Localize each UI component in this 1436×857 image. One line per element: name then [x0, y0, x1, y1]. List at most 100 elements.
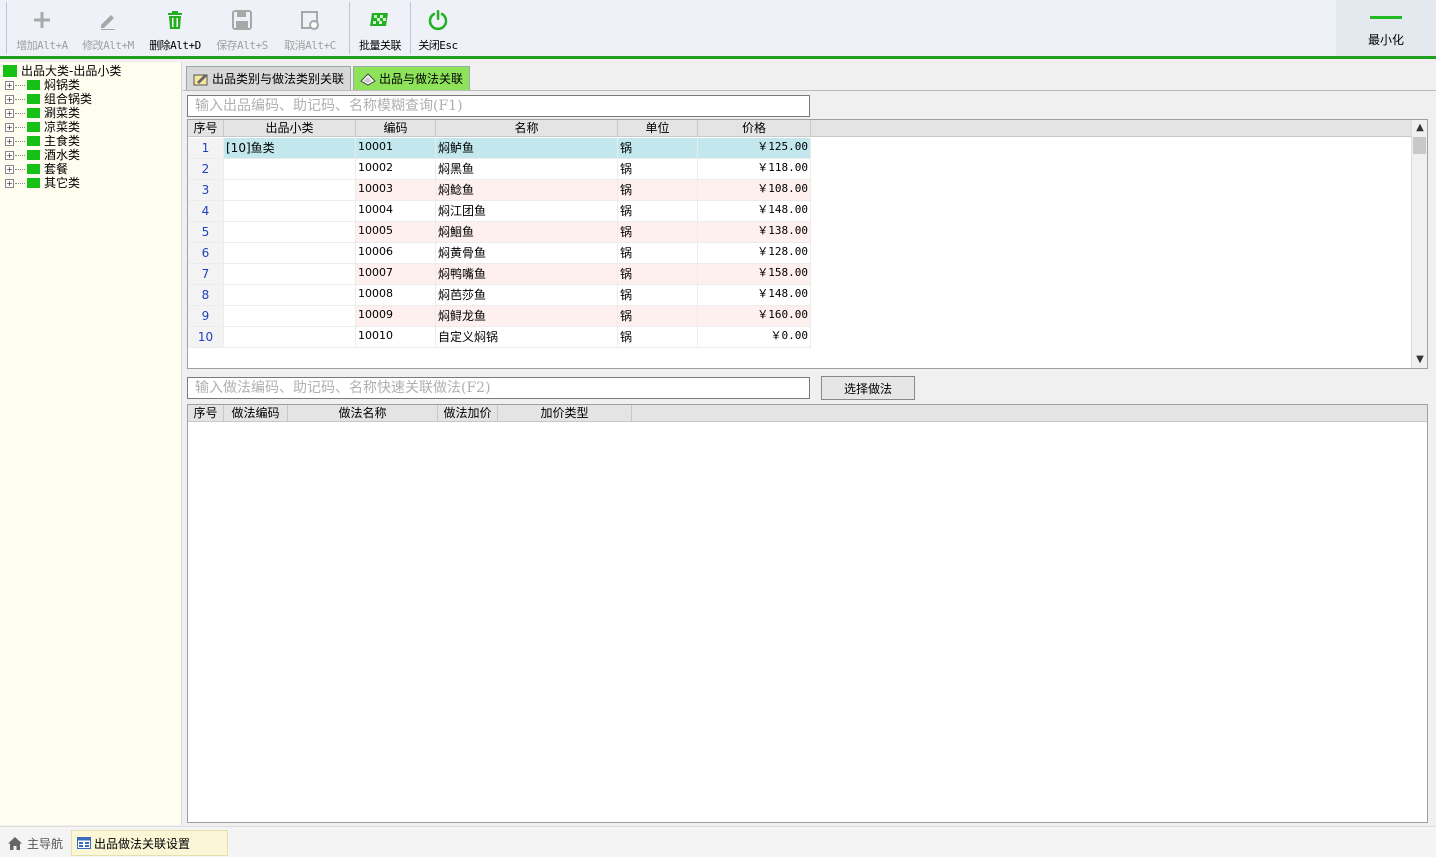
- tree-item[interactable]: + 主食类: [5, 134, 80, 148]
- column-header[interactable]: 序号: [188, 405, 224, 422]
- expand-icon[interactable]: +: [5, 136, 14, 146]
- row-subcategory: [224, 201, 356, 222]
- row-subcategory: [224, 264, 356, 285]
- power-icon: [426, 8, 450, 32]
- row-code: 10002: [356, 159, 436, 180]
- row-name: 焖鮰鱼: [436, 222, 618, 243]
- column-header[interactable]: 做法加价: [438, 405, 498, 422]
- cancel-label: 取消Alt+C: [284, 39, 336, 52]
- tree-connector: [15, 112, 25, 114]
- row-seq: 10: [188, 327, 224, 348]
- column-header[interactable]: 编码: [356, 120, 436, 137]
- save-button[interactable]: 保存Alt+S: [212, 0, 272, 56]
- tree-item[interactable]: + 凉菜类: [5, 120, 80, 134]
- tree-item-label: 套餐: [44, 162, 69, 176]
- column-header[interactable]: 单位: [618, 120, 698, 137]
- current-page-tab[interactable]: 出品做法关联设置: [71, 830, 228, 856]
- cancel-button[interactable]: 取消Alt+C: [280, 0, 340, 56]
- scroll-up-icon[interactable]: ▲: [1412, 120, 1427, 136]
- tree-item[interactable]: + 酒水类: [5, 148, 80, 162]
- tab-product-method-link[interactable]: 出品与做法关联: [353, 66, 471, 90]
- row-name: 焖鸭嘴鱼: [436, 264, 618, 285]
- table-row[interactable]: 3 10003 焖鲶鱼 锅 ￥108.00: [188, 180, 811, 201]
- row-code: 10010: [356, 327, 436, 348]
- toolbar-separator: [6, 2, 7, 54]
- table-row[interactable]: 9 10009 焖鲟龙鱼 锅 ￥160.00: [188, 306, 811, 327]
- current-page-label: 出品做法关联设置: [94, 836, 191, 851]
- expand-icon[interactable]: +: [5, 122, 14, 132]
- methods-grid: 序号 做法编码 做法名称 做法加价 加价类型: [187, 404, 1428, 823]
- row-name: 焖黄骨鱼: [436, 243, 618, 264]
- tree-item[interactable]: + 其它类: [5, 176, 80, 190]
- expand-icon[interactable]: +: [5, 164, 14, 174]
- delete-button[interactable]: 删除Alt+D: [145, 0, 205, 56]
- main-nav-tab[interactable]: 主导航: [2, 830, 68, 856]
- home-icon: [8, 836, 22, 850]
- expand-icon[interactable]: +: [5, 80, 14, 90]
- row-unit: 锅: [618, 201, 698, 222]
- row-subcategory: [224, 285, 356, 306]
- scroll-thumb[interactable]: [1413, 137, 1426, 154]
- tree-item[interactable]: + 组合锅类: [5, 92, 92, 106]
- tree-item[interactable]: + 套餐: [5, 162, 68, 176]
- column-header[interactable]: 加价类型: [498, 405, 632, 422]
- row-price: ￥138.00: [698, 222, 811, 243]
- grid-header: 序号 做法编码 做法名称 做法加价 加价类型: [188, 405, 632, 422]
- eraser-icon: [360, 72, 376, 86]
- table-row[interactable]: 4 10004 焖江团鱼 锅 ￥148.00: [188, 201, 811, 222]
- column-header[interactable]: 出品小类: [224, 120, 356, 137]
- row-name: 焖鲟龙鱼: [436, 306, 618, 327]
- product-search-input[interactable]: 输入出品编码、助记码、名称模糊查询(F1): [187, 95, 810, 117]
- table-row[interactable]: 1 [10]鱼类 10001 焖鲈鱼 锅 ￥125.00: [188, 138, 811, 159]
- tree-connector: [15, 182, 25, 184]
- expand-icon[interactable]: +: [5, 150, 14, 160]
- column-header[interactable]: 序号: [188, 120, 224, 137]
- table-row[interactable]: 8 10008 焖芭莎鱼 锅 ￥148.00: [188, 285, 811, 306]
- expand-icon[interactable]: +: [5, 178, 14, 188]
- scroll-down-icon[interactable]: ▼: [1412, 352, 1427, 368]
- tree-root-label: 出品大类-出品小类: [21, 64, 122, 78]
- tab-category-method-link[interactable]: 出品类别与做法类别关联: [186, 66, 352, 90]
- minimize-button[interactable]: 最小化: [1336, 0, 1436, 56]
- vertical-scrollbar[interactable]: ▲ ▼: [1411, 120, 1427, 368]
- tree-item-label: 涮菜类: [44, 106, 81, 120]
- row-price: ￥118.00: [698, 159, 811, 180]
- expand-icon[interactable]: +: [5, 108, 14, 118]
- folder-icon: [27, 150, 40, 160]
- row-seq: 4: [188, 201, 224, 222]
- edit-icon: [193, 73, 208, 85]
- column-header[interactable]: 做法名称: [288, 405, 438, 422]
- row-price: ￥125.00: [698, 138, 811, 159]
- column-header[interactable]: 价格: [698, 120, 811, 137]
- tree-item[interactable]: + 涮菜类: [5, 106, 80, 120]
- row-subcategory: [224, 159, 356, 180]
- column-header[interactable]: 做法编码: [224, 405, 288, 422]
- edit-button[interactable]: 修改Alt+M: [78, 0, 138, 56]
- table-row[interactable]: 2 10002 焖黑鱼 锅 ￥118.00: [188, 159, 811, 180]
- batch-link-button[interactable]: 批量关联: [352, 0, 408, 56]
- row-name: 焖芭莎鱼: [436, 285, 618, 306]
- table-row[interactable]: 5 10005 焖鮰鱼 锅 ￥138.00: [188, 222, 811, 243]
- main-nav-label: 主导航: [27, 836, 64, 851]
- add-button[interactable]: 增加Alt+A: [12, 0, 72, 56]
- tree-item[interactable]: + 焖锅类: [5, 78, 80, 92]
- row-seq: 2: [188, 159, 224, 180]
- table-row[interactable]: 7 10007 焖鸭嘴鱼 锅 ￥158.00: [188, 264, 811, 285]
- table-row[interactable]: 10 10010 自定义焖锅 锅 ￥0.00: [188, 327, 811, 348]
- close-button[interactable]: 关闭Esc: [414, 0, 462, 56]
- column-header[interactable]: 名称: [436, 120, 618, 137]
- tab-bar: 出品类别与做法类别关联 出品与做法关联: [186, 66, 472, 90]
- batch-link-label: 批量关联: [359, 39, 402, 52]
- row-price: ￥158.00: [698, 264, 811, 285]
- select-method-button[interactable]: 选择做法: [821, 376, 915, 400]
- expand-icon[interactable]: +: [5, 94, 14, 104]
- method-search-input[interactable]: 输入做法编码、助记码、名称快速关联做法(F2): [187, 377, 810, 399]
- row-seq: 9: [188, 306, 224, 327]
- folder-icon: [27, 178, 40, 188]
- row-code: 10006: [356, 243, 436, 264]
- tree-root[interactable]: 出品大类-出品小类: [3, 64, 121, 78]
- tree-connector: [15, 84, 25, 86]
- table-row[interactable]: 6 10006 焖黄骨鱼 锅 ￥128.00: [188, 243, 811, 264]
- folder-icon: [27, 164, 40, 174]
- row-name: 自定义焖锅: [436, 327, 618, 348]
